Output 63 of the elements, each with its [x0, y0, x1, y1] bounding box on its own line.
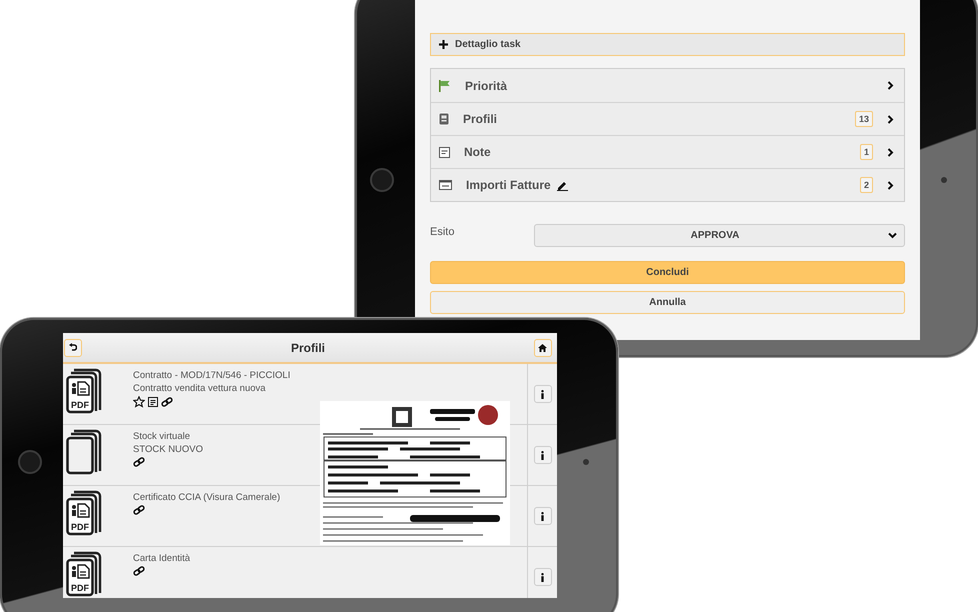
- invoice-icon: [439, 180, 452, 190]
- section-label: Priorità: [465, 78, 508, 92]
- document-title: Stock virtuale: [133, 431, 192, 442]
- plus-icon: [439, 40, 448, 49]
- chevron-right-icon: [887, 81, 894, 90]
- outcome-dropdown[interactable]: APPROVA: [534, 224, 905, 247]
- section-row[interactable]: Note 1: [431, 135, 904, 168]
- pdf-file-stack-icon: [66, 552, 102, 596]
- pencil-icon[interactable]: [556, 180, 568, 190]
- document-subtitle: Contratto vendita vettura nuova: [133, 383, 267, 394]
- document-title: Certificato CCIA (Visura Camerale): [133, 492, 282, 503]
- info-icon: [541, 512, 544, 520]
- flag-icon: [439, 80, 451, 92]
- blank-file-icon: [66, 429, 102, 475]
- home-button[interactable]: [534, 338, 552, 356]
- document-title: Carta Identità: [133, 553, 192, 564]
- star-icon[interactable]: [133, 396, 145, 408]
- link-icon[interactable]: [133, 566, 145, 576]
- link-icon[interactable]: [161, 397, 173, 407]
- info-button[interactable]: [534, 507, 552, 525]
- section-row[interactable]: Profili 13: [431, 102, 904, 135]
- count-badge: 1: [860, 144, 873, 160]
- chevron-right-icon: [887, 148, 894, 156]
- camera-dot: [941, 177, 947, 183]
- count-badge: 2: [860, 177, 873, 193]
- pdf-file-stack-icon: [66, 368, 102, 414]
- count-badge: 13: [854, 111, 873, 127]
- section-row[interactable]: Priorità: [431, 69, 904, 102]
- chevron-down-icon: [888, 232, 897, 239]
- chevron-right-icon: [887, 114, 894, 124]
- undo-arrow-icon: [69, 343, 77, 352]
- detail-header[interactable]: Dettaglio task: [430, 33, 905, 56]
- info-button[interactable]: [534, 385, 552, 403]
- info-icon: [541, 450, 544, 460]
- section-label: Importi Fatture: [466, 178, 551, 192]
- note-icon[interactable]: [148, 397, 158, 407]
- section-label: Profili: [463, 112, 498, 126]
- chevron-right-icon: [887, 180, 894, 190]
- back-button[interactable]: [64, 338, 82, 356]
- pdf-label: PDF: [71, 522, 89, 532]
- conclude-button[interactable]: Concludi: [430, 261, 905, 284]
- pdf-label: PDF: [71, 400, 89, 410]
- document-row[interactable]: PDF Carta Identità: [63, 547, 557, 598]
- info-button[interactable]: [534, 446, 552, 464]
- info-button[interactable]: [534, 568, 552, 586]
- cancel-button[interactable]: Annulla: [430, 291, 905, 314]
- link-icon[interactable]: [133, 505, 145, 515]
- page-title: Profili: [290, 340, 325, 354]
- document-title: Contratto - MOD/17N/546 - PICCIOLI: [133, 370, 292, 381]
- info-icon: [541, 390, 544, 398]
- id-card-icon: [439, 113, 449, 125]
- outcome-label: Esito: [430, 226, 456, 238]
- camera-dot: [583, 459, 589, 465]
- home-icon: [538, 344, 548, 352]
- document-subtitle: STOCK NUOVO: [133, 444, 204, 455]
- info-icon: [541, 572, 544, 582]
- section-row[interactable]: Importi Fatture 2: [431, 168, 904, 201]
- pdf-file-stack-icon: [66, 490, 102, 536]
- detail-title: Dettaglio task: [455, 39, 521, 50]
- pdf-label: PDF: [71, 583, 89, 593]
- section-label: Note: [464, 145, 491, 159]
- note-icon: [439, 146, 450, 158]
- link-icon[interactable]: [133, 457, 145, 467]
